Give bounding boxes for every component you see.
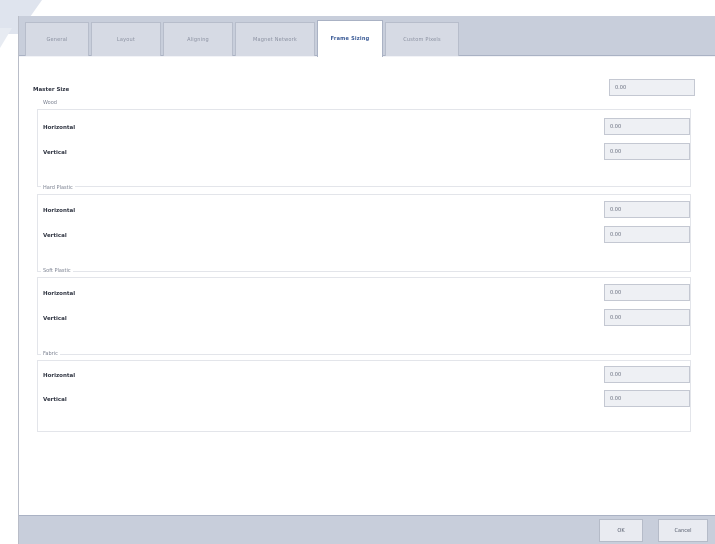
dialog-button-bar: OK Cancel	[19, 515, 715, 544]
soft-plastic-vertical-label: Vertical	[43, 316, 67, 322]
ok-button[interactable]: OK	[599, 519, 643, 542]
group-soft-plastic-title: Soft Plastic	[41, 268, 73, 274]
wood-vertical-label: Vertical	[43, 150, 67, 156]
tab-aligning[interactable]: Aligning	[163, 22, 233, 56]
soft-plastic-horizontal-input[interactable]: 0.00	[604, 284, 690, 301]
hard-plastic-horizontal-input[interactable]: 0.00	[604, 201, 690, 218]
settings-dialog: General Layout Aligning Magnet Network F…	[18, 16, 715, 544]
fabric-vertical-input[interactable]: 0.00	[604, 390, 690, 407]
tab-bar: General Layout Aligning Magnet Network F…	[19, 16, 715, 57]
master-size-input[interactable]: 0.00	[609, 79, 695, 96]
hard-plastic-horizontal-label: Horizontal	[43, 208, 76, 214]
tab-frame-sizing[interactable]: Frame Sizing	[317, 20, 383, 57]
cancel-button[interactable]: Cancel	[658, 519, 708, 542]
fabric-vertical-label: Vertical	[43, 397, 67, 403]
tab-magnet-network[interactable]: Magnet Network	[235, 22, 315, 56]
hard-plastic-vertical-input[interactable]: 0.00	[604, 226, 690, 243]
group-wood	[37, 109, 691, 187]
soft-plastic-horizontal-label: Horizontal	[43, 291, 76, 297]
tab-general[interactable]: General	[25, 22, 89, 56]
soft-plastic-vertical-input[interactable]: 0.00	[604, 309, 690, 326]
fabric-horizontal-input[interactable]: 0.00	[604, 366, 690, 383]
group-wood-title: Wood	[41, 100, 59, 106]
wood-horizontal-input[interactable]: 0.00	[604, 118, 690, 135]
fabric-horizontal-label: Horizontal	[43, 373, 76, 379]
group-fabric-title: Fabric	[41, 351, 60, 357]
group-hard-plastic	[37, 194, 691, 272]
tab-custom-pixels[interactable]: Custom Pixels	[385, 22, 459, 56]
group-hard-plastic-title: Hard Plastic	[41, 185, 75, 191]
group-soft-plastic	[37, 277, 691, 355]
master-size-label: Master Size	[33, 87, 70, 93]
tab-content-panel: Master Size 0.00 Wood Horizontal 0.00 Ve…	[19, 57, 715, 515]
wood-vertical-input[interactable]: 0.00	[604, 143, 690, 160]
tab-layout[interactable]: Layout	[91, 22, 161, 56]
hard-plastic-vertical-label: Vertical	[43, 233, 67, 239]
wood-horizontal-label: Horizontal	[43, 125, 76, 131]
group-fabric	[37, 360, 691, 432]
